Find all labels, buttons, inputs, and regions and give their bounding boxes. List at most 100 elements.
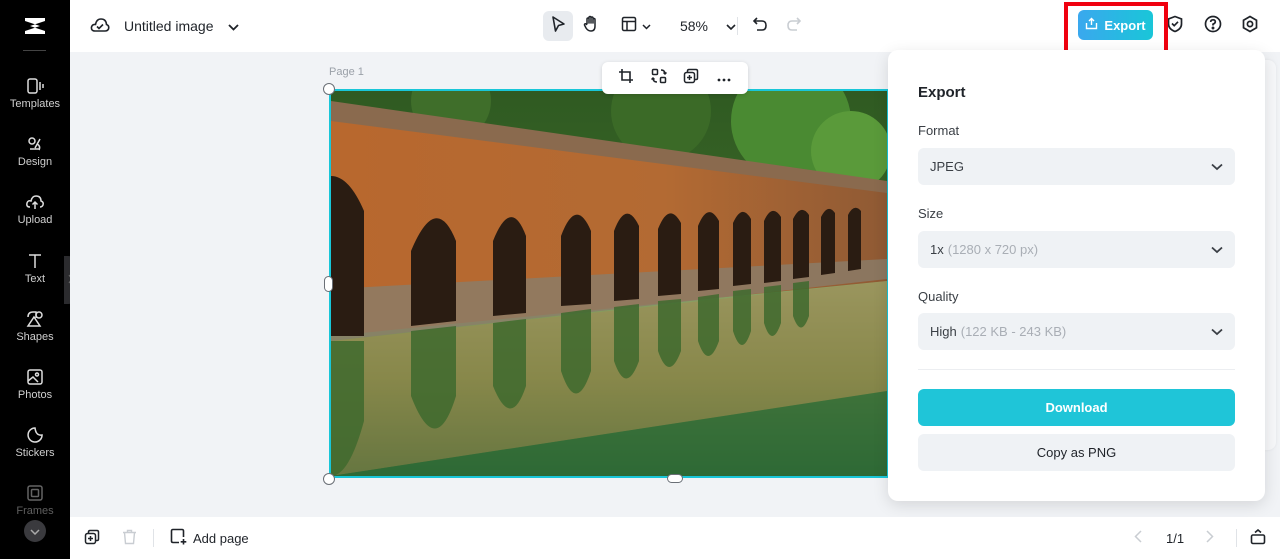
- page-label: Page 1: [329, 66, 364, 78]
- rail-item-shapes[interactable]: Shapes: [0, 309, 70, 359]
- replace-button[interactable]: [648, 67, 670, 89]
- layout-dropdown-button[interactable]: [616, 11, 656, 41]
- resize-handle-bottom[interactable]: [667, 474, 683, 483]
- bottom-bar: Add page 1/1: [70, 517, 1280, 559]
- resize-handle-left[interactable]: [324, 276, 333, 292]
- image-context-toolbar: [602, 62, 748, 94]
- format-label: Format: [918, 123, 960, 138]
- rail-item-templates[interactable]: Templates: [0, 76, 70, 126]
- chevron-down-icon: [1211, 242, 1223, 257]
- rail-item-design[interactable]: Design: [0, 134, 70, 184]
- select-tool-button[interactable]: [543, 11, 573, 41]
- help-icon: [1204, 15, 1222, 38]
- chevron-down-icon: [642, 17, 651, 35]
- crop-icon: [618, 68, 634, 89]
- duplicate-page-icon: [84, 529, 100, 548]
- size-value: 1x: [930, 242, 944, 257]
- rail-more-button[interactable]: [24, 520, 46, 542]
- export-panel: Export Format JPEG Size 1x (1280 x 720 p…: [888, 50, 1265, 501]
- page-panel-icon: [1250, 528, 1266, 548]
- rail-item-upload[interactable]: Upload: [0, 192, 70, 242]
- rail-item-photos[interactable]: Photos: [0, 367, 70, 417]
- select-icon: [550, 15, 566, 38]
- next-page-button[interactable]: [1206, 527, 1214, 549]
- rail-item-text[interactable]: Text: [0, 251, 70, 301]
- rail-item-label: Templates: [9, 98, 61, 110]
- export-upload-icon: [1085, 17, 1098, 33]
- delete-page-button[interactable]: [122, 527, 137, 549]
- chevron-right-icon: [1206, 530, 1214, 546]
- bottom-divider: [153, 529, 154, 547]
- shield-button[interactable]: [1162, 11, 1188, 41]
- rail-item-label: Shapes: [16, 331, 54, 343]
- canvas-image[interactable]: [329, 89, 889, 478]
- rail-item-label: Frames: [16, 505, 54, 517]
- settings-icon: [1241, 15, 1259, 38]
- chevron-down-icon[interactable]: [227, 18, 239, 34]
- settings-button[interactable]: [1237, 11, 1263, 41]
- replace-icon: [650, 68, 667, 89]
- quality-detail: (122 KB - 243 KB): [960, 324, 1067, 339]
- add-page-button[interactable]: Add page: [170, 527, 249, 549]
- add-page-label: Add page: [193, 530, 249, 546]
- photos-icon: [25, 367, 45, 387]
- design-icon: [25, 134, 45, 154]
- quality-label: Quality: [918, 289, 959, 304]
- more-icon: [717, 69, 731, 87]
- cloud-saved-icon: [90, 16, 110, 37]
- document-title-group[interactable]: Untitled image: [90, 14, 239, 38]
- upload-cloud-icon: [25, 192, 45, 212]
- undo-button[interactable]: [746, 11, 774, 41]
- trash-icon: [122, 529, 137, 548]
- rail-item-label: Design: [17, 156, 53, 168]
- prev-page-button[interactable]: [1134, 527, 1142, 549]
- rail-item-label: Photos: [17, 389, 53, 401]
- rail-item-label: Text: [24, 273, 46, 285]
- redo-button[interactable]: [780, 11, 808, 41]
- chevron-left-icon: [1134, 530, 1142, 546]
- more-options-button[interactable]: [713, 67, 735, 89]
- templates-icon: [25, 76, 45, 96]
- duplicate-page-button[interactable]: [84, 527, 100, 549]
- export-panel-divider: [918, 369, 1235, 370]
- page-panel-toggle-button[interactable]: [1250, 527, 1266, 549]
- zoom-level: 58%: [679, 18, 709, 34]
- redo-icon: [786, 16, 802, 37]
- format-select[interactable]: JPEG: [918, 148, 1235, 185]
- copy-as-png-button[interactable]: Copy as PNG: [918, 434, 1235, 471]
- resize-handle-top-left[interactable]: [323, 83, 335, 95]
- text-icon: [25, 251, 45, 271]
- size-detail: (1280 x 720 px): [947, 242, 1039, 257]
- help-button[interactable]: [1200, 11, 1226, 41]
- bottom-divider: [1236, 529, 1237, 547]
- capcut-logo-icon[interactable]: [0, 0, 70, 52]
- bridge-photo: [331, 91, 887, 476]
- toolbar-divider: [737, 17, 738, 35]
- rail-divider: [23, 50, 46, 51]
- rail-item-label: Stickers: [15, 447, 55, 459]
- document-title[interactable]: Untitled image: [124, 18, 214, 34]
- chevron-down-icon: [30, 522, 40, 540]
- duplicate-button[interactable]: [680, 67, 702, 89]
- crop-button[interactable]: [615, 67, 637, 89]
- hand-icon: [582, 15, 600, 38]
- undo-icon: [752, 16, 768, 37]
- rail-item-stickers[interactable]: Stickers: [0, 425, 70, 475]
- resize-handle-bottom-left[interactable]: [323, 473, 335, 485]
- quality-value: High: [930, 324, 957, 339]
- export-button-label: Export: [1104, 17, 1146, 33]
- size-select[interactable]: 1x (1280 x 720 px): [918, 231, 1235, 268]
- size-label: Size: [918, 206, 944, 221]
- shield-icon: [1167, 15, 1183, 38]
- download-button[interactable]: Download: [918, 389, 1235, 426]
- layout-icon: [621, 16, 637, 37]
- top-bar: Untitled image 58% Export: [70, 0, 1280, 52]
- export-button[interactable]: Export: [1078, 10, 1153, 40]
- left-rail: Templates Design Upload Text Shapes Phot…: [0, 0, 70, 559]
- quality-select[interactable]: High (122 KB - 243 KB): [918, 313, 1235, 350]
- hand-tool-button[interactable]: [576, 11, 606, 41]
- rail-item-label: Upload: [17, 214, 53, 226]
- chevron-down-icon: [1211, 159, 1223, 174]
- stickers-icon: [25, 425, 45, 445]
- chevron-down-icon: [726, 17, 736, 35]
